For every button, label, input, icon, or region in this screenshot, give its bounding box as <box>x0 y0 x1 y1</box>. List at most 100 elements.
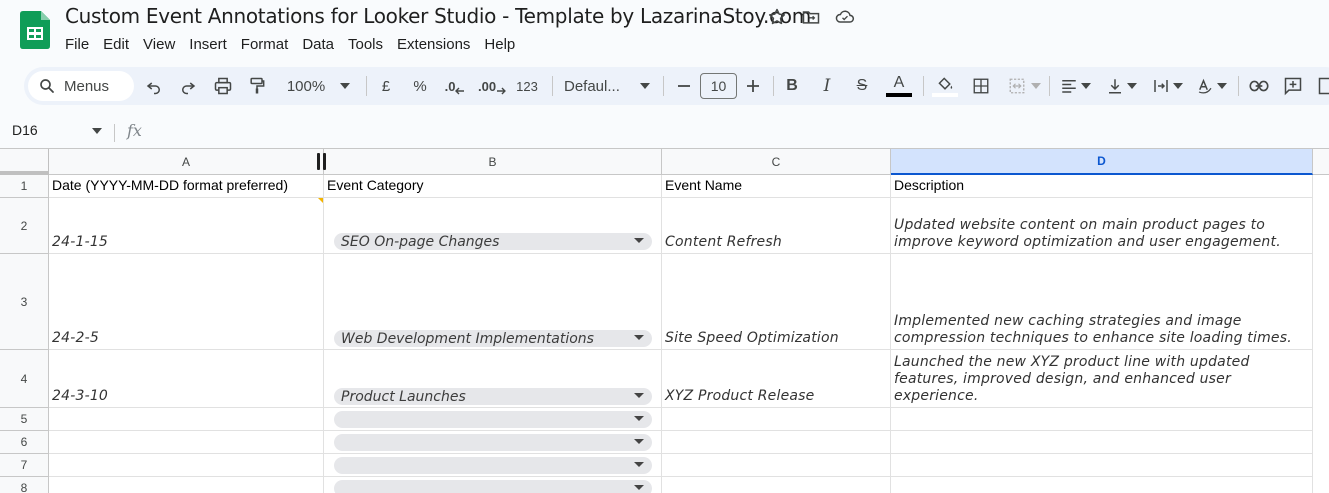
fill-color-icon[interactable] <box>930 67 960 105</box>
insert-comment-icon[interactable] <box>1282 67 1304 105</box>
insert-chart-icon[interactable] <box>1316 67 1329 105</box>
cell-a3[interactable]: 24-2-5 <box>49 254 324 350</box>
strikethrough-button[interactable]: S <box>852 67 872 105</box>
vertical-align-icon[interactable] <box>1103 67 1139 105</box>
font-chevron-down-icon[interactable] <box>637 67 653 105</box>
undo-icon[interactable] <box>143 67 165 105</box>
text-color-button[interactable]: A <box>884 67 914 105</box>
cell-b1[interactable]: Event Category <box>324 175 662 198</box>
horizontal-align-icon[interactable] <box>1057 67 1093 105</box>
cell-c3[interactable]: Site Speed Optimization <box>662 254 891 350</box>
category-dropdown-chip[interactable]: Web Development Implementations <box>334 330 652 347</box>
cell-d5[interactable] <box>891 408 1313 431</box>
currency-format-button[interactable]: £ <box>376 67 396 105</box>
cell-d7[interactable] <box>891 454 1313 477</box>
cell-a4[interactable]: 24-3-10 <box>49 350 324 408</box>
cell-c8[interactable] <box>662 477 891 493</box>
font-select[interactable]: Defaul... <box>564 67 630 105</box>
cell-c4[interactable]: XYZ Product Release <box>662 350 891 408</box>
column-header-a[interactable]: A <box>49 149 324 175</box>
cell-a5[interactable] <box>49 408 324 431</box>
column-header-d[interactable]: D <box>891 149 1313 175</box>
paint-format-icon[interactable] <box>246 67 268 105</box>
cell-d3[interactable]: Implemented new caching strategies and i… <box>891 254 1313 350</box>
text-rotation-icon[interactable] <box>1193 67 1229 105</box>
category-dropdown-chip[interactable]: Product Launches <box>334 388 652 405</box>
cell-d2[interactable]: Updated website content on main product … <box>891 198 1313 254</box>
print-icon[interactable] <box>212 67 234 105</box>
percent-format-button[interactable]: % <box>410 67 430 105</box>
row-header-2[interactable]: 2 <box>0 198 49 254</box>
cell-c7[interactable] <box>662 454 891 477</box>
menu-view[interactable]: View <box>136 33 182 56</box>
cell-c6[interactable] <box>662 431 891 454</box>
row-header-7[interactable]: 7 <box>0 454 49 477</box>
cell-c5[interactable] <box>662 408 891 431</box>
column-resize-handle[interactable] <box>323 153 326 170</box>
row-header-8[interactable]: 8 <box>0 477 49 493</box>
cell-a1[interactable]: Date (YYYY-MM-DD format preferred) <box>49 175 324 198</box>
bold-button[interactable]: B <box>782 67 802 105</box>
category-dropdown-chip[interactable]: SEO On-page Changes <box>334 233 652 250</box>
select-all-corner[interactable] <box>0 149 49 175</box>
row-header-3[interactable]: 3 <box>0 254 49 350</box>
arrow-right-icon <box>497 87 506 95</box>
cell-c1[interactable]: Event Name <box>662 175 891 198</box>
more-formats-button[interactable]: 123 <box>514 67 540 105</box>
menu-format[interactable]: Format <box>234 33 296 56</box>
cell-a6[interactable] <box>49 431 324 454</box>
insert-link-icon[interactable] <box>1248 67 1270 105</box>
menu-help[interactable]: Help <box>477 33 522 56</box>
document-title[interactable]: Custom Event Annotations for Looker Stud… <box>65 4 811 28</box>
name-box-chevron-down-icon[interactable] <box>92 128 102 134</box>
row-header-1[interactable]: 1 <box>0 175 49 198</box>
cell-a2[interactable]: 24-1-15 <box>49 198 324 254</box>
cell-a7[interactable] <box>49 454 324 477</box>
menu-file[interactable]: File <box>58 33 96 56</box>
menu-data[interactable]: Data <box>295 33 341 56</box>
menu-edit[interactable]: Edit <box>96 33 136 56</box>
chevron-down-icon <box>634 439 644 444</box>
chevron-down-icon <box>634 393 644 398</box>
category-dropdown-chip[interactable] <box>334 434 652 451</box>
arrow-left-icon <box>455 87 465 95</box>
menu-extensions[interactable]: Extensions <box>390 33 477 56</box>
column-resize-handle[interactable] <box>317 153 320 170</box>
zoom-chevron-down-icon[interactable] <box>337 67 353 105</box>
borders-icon[interactable] <box>970 67 992 105</box>
column-header-c[interactable]: C <box>662 149 891 175</box>
category-dropdown-chip[interactable] <box>334 480 652 493</box>
category-dropdown-chip[interactable] <box>334 457 652 474</box>
cell-d6[interactable] <box>891 431 1313 454</box>
redo-icon[interactable] <box>177 67 199 105</box>
menu-search-box[interactable]: Menus <box>28 71 134 101</box>
name-box[interactable]: D16 <box>12 122 38 138</box>
italic-button[interactable]: I <box>817 67 837 105</box>
category-dropdown-chip[interactable] <box>334 411 652 428</box>
merge-cells-icon[interactable] <box>1005 67 1043 105</box>
menu-tools[interactable]: Tools <box>341 33 390 56</box>
cell-d1[interactable]: Description <box>891 175 1313 198</box>
increase-font-size-button[interactable] <box>743 67 763 105</box>
decrease-decimal-button[interactable]: .0 <box>442 67 468 105</box>
chevron-down-icon <box>634 485 644 490</box>
cell-c2[interactable]: Content Refresh <box>662 198 891 254</box>
row-header-6[interactable]: 6 <box>0 431 49 454</box>
font-size-input[interactable]: 10 <box>700 73 737 99</box>
star-icon[interactable] <box>766 6 788 28</box>
sheets-logo-icon[interactable] <box>20 11 50 49</box>
cell-d8[interactable] <box>891 477 1313 493</box>
column-header-b[interactable]: B <box>324 149 662 175</box>
menu-insert[interactable]: Insert <box>182 33 234 56</box>
decrease-font-size-button[interactable] <box>674 67 694 105</box>
cell-d4[interactable]: Launched the new XYZ product line with u… <box>891 350 1313 408</box>
text-wrapping-icon[interactable] <box>1149 67 1185 105</box>
zoom-select[interactable]: 100% <box>284 67 328 105</box>
cell-a8[interactable] <box>49 477 324 493</box>
column-header-e[interactable] <box>1313 149 1329 175</box>
increase-decimal-button[interactable]: .00 <box>478 67 506 105</box>
move-folder-icon[interactable] <box>800 6 822 28</box>
cloud-saved-icon[interactable] <box>834 6 856 28</box>
row-header-5[interactable]: 5 <box>0 408 49 431</box>
row-header-4[interactable]: 4 <box>0 350 49 408</box>
